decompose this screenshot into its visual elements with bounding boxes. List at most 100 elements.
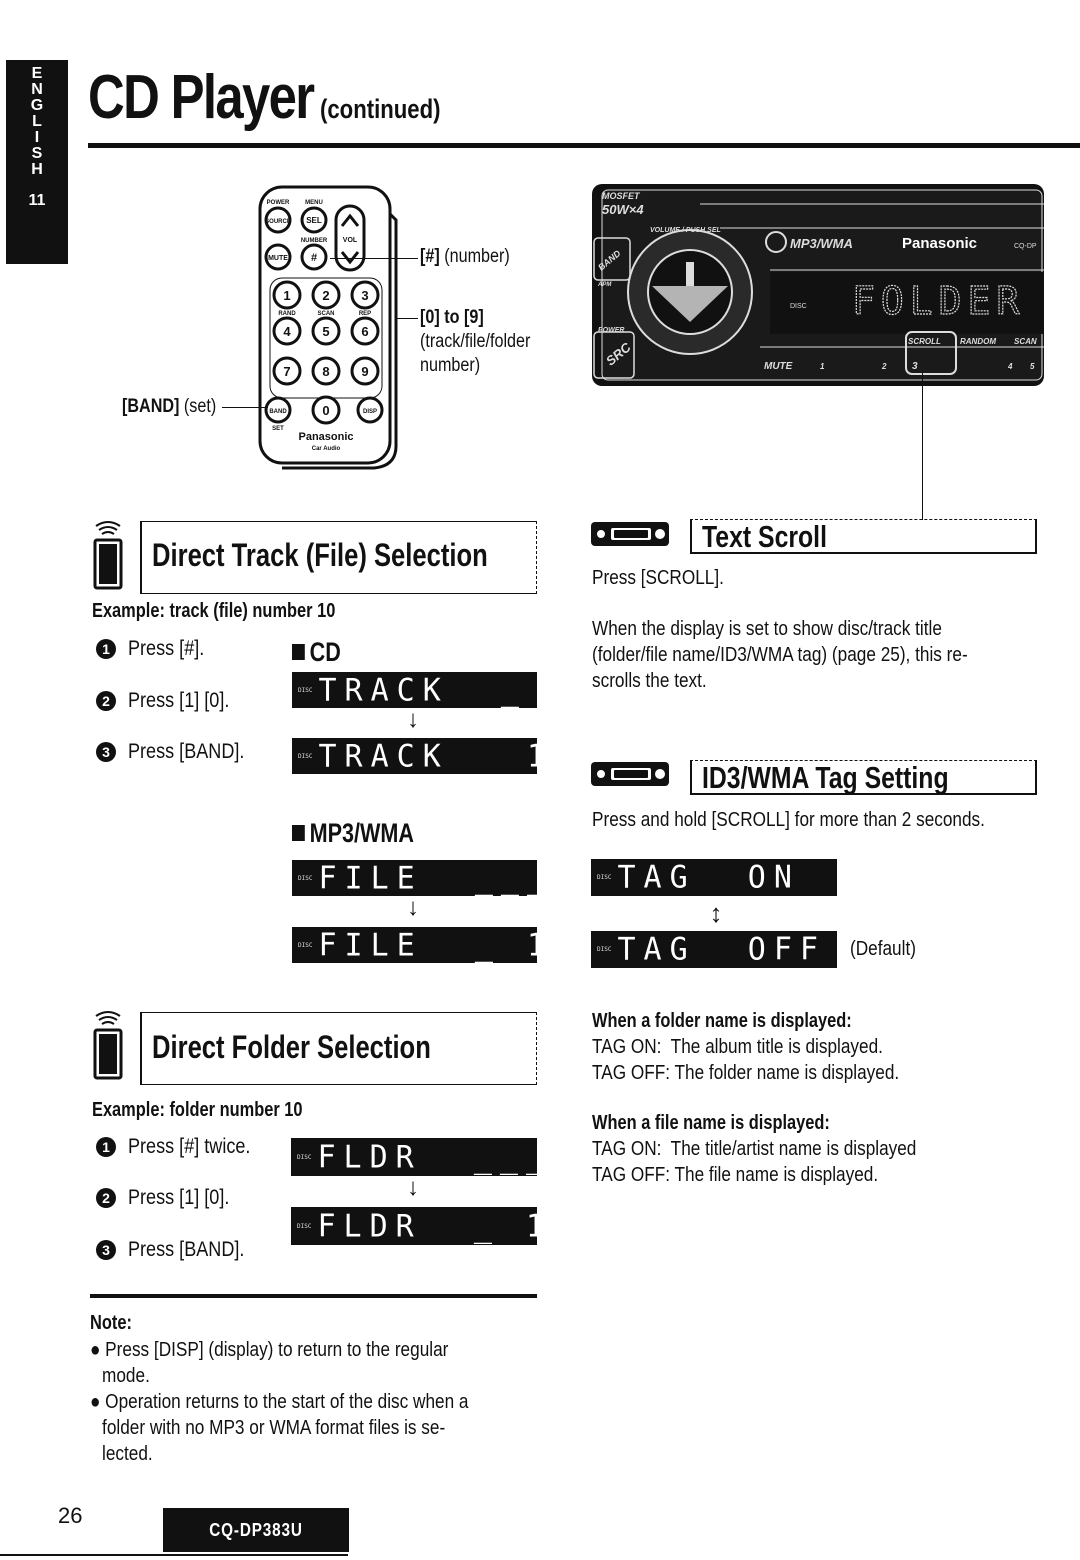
step-text: Press [BAND].	[128, 740, 245, 763]
remote-brand-sub: Car Audio	[312, 446, 341, 452]
text-scroll-description: When the display is set to show disc/tra…	[592, 616, 968, 694]
step-text: Press [1] [0].	[128, 1186, 230, 1209]
direct-track-heading: Direct Track (File) Selection	[152, 537, 488, 573]
up-down-arrow-icon: ↕	[709, 898, 723, 928]
remote-control-diagram: POWER MENU SOURCE SEL MUTE # NUMBER VOL …	[256, 184, 402, 470]
callout-line-digits	[397, 318, 418, 319]
cd-mode-heading: CD	[292, 637, 341, 668]
text-scroll-desc-line-3: scrolls the text.	[592, 670, 707, 692]
direct-track-step-1: 1 Press [#].	[96, 637, 217, 661]
remote-brand: Panasonic	[298, 431, 353, 443]
remote-key-5: 5	[322, 324, 329, 339]
unit-icon-display	[611, 768, 651, 780]
direct-folder-step-3: 3 Press [BAND].	[96, 1238, 263, 1262]
model-number: CQ-DP383U	[209, 1519, 303, 1540]
step-text: Press [BAND].	[128, 1238, 245, 1261]
callout-digit-keys-label: [0] to [9]	[420, 307, 484, 328]
lcd-disc-tag: DISC	[298, 752, 313, 760]
bullet-icon: ●	[90, 1391, 101, 1413]
unit-power-value: 50W×4	[602, 202, 644, 217]
model-badge: CQ-DP383U	[163, 1508, 349, 1552]
step-text: Press [1] [0].	[128, 689, 230, 712]
lcd-display-cd-before: DISC TRACK _ _	[292, 672, 537, 708]
remote-signal-icon	[93, 521, 123, 590]
note-item-2: ● Operation returns to the start of the …	[90, 1389, 468, 1467]
file-name-heading: When a file name is displayed:	[592, 1112, 830, 1134]
page-title-subtitle: (continued)	[320, 94, 441, 124]
callout-band-key-label: [BAND]	[122, 396, 180, 417]
remote-key-6: 6	[361, 324, 368, 339]
step-number-1-icon: 1	[96, 639, 116, 659]
remote-label-rand: RAND	[278, 311, 296, 317]
section-number: 11	[28, 192, 46, 209]
remote-key-1: 1	[283, 288, 290, 303]
down-arrow-icon: ↓	[407, 1174, 419, 1201]
remote-label-set: SET	[272, 426, 284, 432]
lcd-text: TRACK _ _	[318, 672, 527, 708]
callout-line-number	[330, 258, 418, 259]
lcd-disc-tag: DISC	[298, 874, 313, 882]
lcd-disc-tag: DISC	[597, 874, 612, 881]
cd-mode-label: CD	[309, 637, 341, 667]
lcd-display-folder-before: DISC FLDR ___	[291, 1138, 537, 1176]
lcd-text: TAG OFF	[617, 931, 826, 968]
direct-folder-heading: Direct Folder Selection	[152, 1029, 431, 1065]
mp3-mode-label: MP3/WMA	[309, 818, 414, 848]
unit-apm-label: APM	[597, 282, 612, 288]
remote-button-disp: DISP	[363, 409, 377, 415]
callout-number-key: [#] (number)	[420, 246, 510, 268]
text-scroll-desc-line-2: (folder/file name/ID3/WMA tag) (page 25)…	[592, 644, 968, 666]
unit-preset-5: 5	[1030, 362, 1035, 371]
remote-signal-icon	[93, 1011, 123, 1080]
mp3-mode-heading: MP3/WMA	[292, 818, 414, 849]
page-number: 26	[58, 1503, 83, 1528]
note-item-2-line-3: lected.	[102, 1443, 153, 1465]
file-tag-off-line: TAG OFF: The file name is displayed.	[592, 1164, 879, 1186]
lcd-disc-tag: DISC	[297, 1222, 312, 1230]
unit-random-label: RANDOM	[960, 337, 996, 346]
down-arrow-icon: ↓	[407, 706, 419, 733]
lcd-text: TAG ON	[617, 859, 800, 896]
unit-scroll-label: SCROLL	[908, 337, 941, 346]
note-item-2-line-2: folder with no MP3 or WMA format files i…	[102, 1417, 446, 1439]
remote-key-8: 8	[322, 364, 329, 379]
default-label: (Default)	[850, 938, 916, 960]
note-item-1-line-2: mode.	[102, 1365, 150, 1387]
remote-button-sel: SEL	[306, 216, 322, 225]
remote-key-4: 4	[283, 324, 291, 339]
remote-key-2: 2	[322, 288, 329, 303]
callout-number-key-label: [#]	[420, 246, 440, 267]
unit-scan-label: SCAN	[1014, 337, 1037, 346]
unit-format-label: MP3/WMA	[790, 236, 853, 251]
remote-section-icon	[92, 518, 124, 590]
direct-folder-example: Example: folder number 10	[92, 1099, 303, 1121]
remote-key-9: 9	[361, 364, 368, 379]
folder-name-lines: TAG ON: The album title is displayed. TA…	[592, 1034, 899, 1086]
callout-digit-keys: [0] to [9] (track/file/folder number)	[420, 306, 530, 378]
unit-icon-display	[611, 528, 651, 540]
text-scroll-instruction: Press [SCROLL].	[592, 567, 724, 589]
lcd-display-folder-after: DISC FLDR _ 10	[291, 1207, 537, 1245]
unit-display-text: FOLDER	[852, 279, 1025, 323]
remote-section-icon	[92, 1008, 124, 1080]
step-number-3-icon: 3	[96, 1240, 116, 1260]
lcd-text: FLDR ___	[317, 1138, 537, 1176]
file-name-lines: TAG ON: The title/artist name is display…	[592, 1136, 916, 1188]
head-unit-section-icon	[591, 522, 669, 546]
unit-icon-button	[655, 529, 665, 539]
direct-folder-step-1: 1 Press [#] twice.	[96, 1135, 270, 1159]
unit-preset-1: 1	[820, 362, 825, 371]
square-bullet-icon	[292, 825, 305, 841]
remote-label-menu: MENU	[305, 200, 323, 206]
direct-track-step-3: 3 Press [BAND].	[96, 740, 263, 764]
callout-digit-keys-desc-1: (track/file/folder	[420, 331, 531, 352]
unit-knob-label: VOLUME / PUSH SEL	[650, 227, 721, 234]
step-text: Press [#] twice.	[128, 1135, 251, 1158]
unit-icon-knob	[595, 528, 607, 540]
remote-button-source: SOURCE	[265, 219, 291, 225]
direct-track-step-2: 2 Press [1] [0].	[96, 689, 246, 713]
unit-preset-4: 4	[1007, 362, 1013, 371]
folder-tag-off-line: TAG OFF: The folder name is displayed.	[592, 1062, 900, 1084]
step-number-2-icon: 2	[96, 1188, 116, 1208]
remote-label-number: NUMBER	[301, 238, 328, 244]
